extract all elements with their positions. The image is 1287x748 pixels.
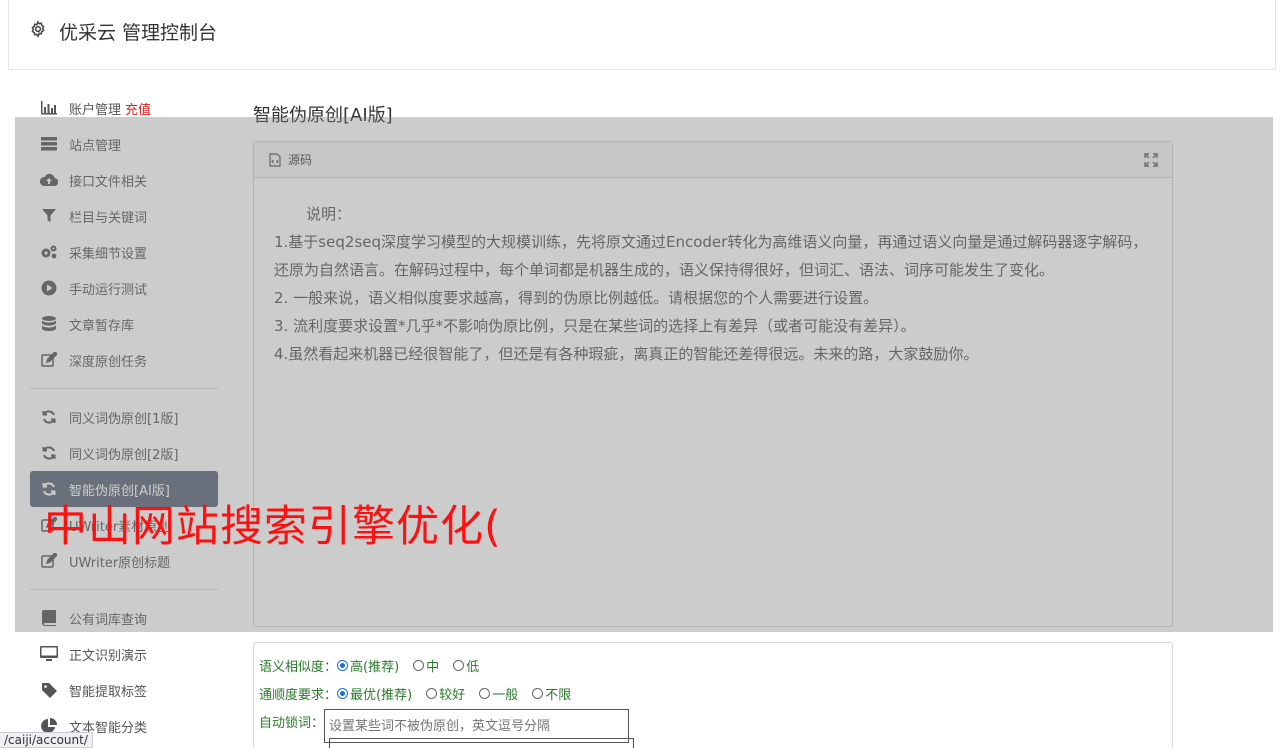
gear-icon[interactable] xyxy=(29,20,47,38)
edit-icon xyxy=(40,553,58,569)
expand-icon[interactable] xyxy=(1144,153,1158,167)
sidebar-item-deep-original[interactable]: 深度原创任务 xyxy=(30,342,218,378)
source-panel: 源码 说明： 1.基于seq2seq深度学习模型的大规模训练，先将原文通过Enc… xyxy=(253,141,1173,627)
sidebar-item-label: 深度原创任务 xyxy=(69,354,148,370)
panel-title: 源码 xyxy=(288,153,313,167)
recharge-link[interactable]: 充值 xyxy=(125,99,151,118)
similarity-option-low[interactable]: 低 xyxy=(453,656,479,675)
watermark-text: 中山网站搜索引擎优化( xyxy=(44,502,502,552)
sidebar-item-collect-settings[interactable]: 采集细节设置 xyxy=(30,234,218,270)
sidebar-item-account[interactable]: 账户管理 充值 xyxy=(30,90,218,126)
server-icon xyxy=(40,136,58,152)
fluency-option-unlimited[interactable]: 不限 xyxy=(532,684,571,703)
book-icon xyxy=(40,610,58,626)
sidebar-item-label: 站点管理 xyxy=(69,138,122,154)
sidebar: 账户管理 充值 站点管理 接口文件相关 栏目与关键词 采集细节设置 手动运行测试 xyxy=(30,90,218,744)
fluency-option-good[interactable]: 较好 xyxy=(426,684,465,703)
source-textarea[interactable] xyxy=(329,738,634,748)
top-header: 优采云 管理控制台 xyxy=(8,0,1276,70)
code-file-icon xyxy=(269,152,281,167)
database-icon xyxy=(40,316,58,332)
monitor-icon xyxy=(40,646,58,662)
cloud-upload-icon xyxy=(40,172,58,188)
sidebar-item-article-storage[interactable]: 文章暂存库 xyxy=(30,306,218,342)
fluency-row: 通顺度要求： 最优(推荐) 较好 一般 不限 xyxy=(259,679,1172,707)
sidebar-item-label: 文章暂存库 xyxy=(69,318,135,334)
app-title: 优采云 管理控制台 xyxy=(59,22,218,44)
sidebar-item-text-recognition[interactable]: 正文识别演示 xyxy=(30,636,218,672)
intro-text: 说明： xyxy=(306,205,352,223)
fluency-option-normal[interactable]: 一般 xyxy=(479,684,518,703)
sidebar-item-interface-files[interactable]: 接口文件相关 xyxy=(30,162,218,198)
similarity-option-high[interactable]: 高(推荐) xyxy=(337,656,399,675)
sidebar-item-label: 手动运行测试 xyxy=(69,282,148,298)
radio-button[interactable] xyxy=(532,687,544,699)
sidebar-item-label: UWriter原创标题 xyxy=(69,555,171,571)
description-line: 3. 流利度要求设置*几乎*不影响伪原比例，只是在某些词的选择上有差异（或者可能… xyxy=(274,317,916,335)
sidebar-item-label: 账户管理 xyxy=(69,102,122,118)
sidebar-item-label: 公有词库查询 xyxy=(69,612,148,628)
sidebar-item-label: 智能提取标签 xyxy=(69,684,148,700)
radio-button[interactable] xyxy=(479,687,491,699)
gears-icon xyxy=(40,244,58,260)
sidebar-item-public-dictionary[interactable]: 公有词库查询 xyxy=(30,600,218,636)
description-line: 1.基于seq2seq深度学习模型的大规模训练，先将原文通过Encoder转化为… xyxy=(274,233,1148,279)
fluency-option-best[interactable]: 最优(推荐) xyxy=(337,684,412,703)
fluency-label: 通顺度要求： xyxy=(259,687,338,703)
bar-chart-icon xyxy=(40,100,58,116)
radio-button[interactable] xyxy=(413,659,425,671)
similarity-row: 语义相似度： 高(推荐) 中 低 xyxy=(259,651,1172,679)
sidebar-item-label: 栏目与关键词 xyxy=(69,210,148,226)
page-title: 智能伪原创[AI版] xyxy=(253,105,393,126)
filter-icon xyxy=(40,208,58,224)
play-circle-icon xyxy=(40,280,58,296)
description-line: 2. 一般来说，语义相似度要求越高，得到的伪原比例越低。请根据您的个人需要进行设… xyxy=(274,289,879,307)
options-form: 语义相似度： 高(推荐) 中 低 通顺度要求： 最优(推荐) 较好 一般 不限 … xyxy=(253,642,1173,748)
sidebar-item-label: 同义词伪原创[1版] xyxy=(69,411,179,427)
sidebar-item-label: 采集细节设置 xyxy=(69,246,148,262)
sidebar-divider xyxy=(30,388,218,389)
sidebar-item-extract-tags[interactable]: 智能提取标签 xyxy=(30,672,218,708)
sidebar-item-manual-run[interactable]: 手动运行测试 xyxy=(30,270,218,306)
description-line: 4.虽然看起来机器已经很智能了，但还是有各种瑕疵，离真正的智能还差得很远。未来的… xyxy=(274,345,979,363)
refresh-icon xyxy=(40,445,58,461)
lock-words-label: 自动锁词： xyxy=(259,716,325,731)
status-bar-url: /caiji/account/ xyxy=(0,732,93,748)
refresh-icon xyxy=(40,409,58,425)
sidebar-item-synonym-v1[interactable]: 同义词伪原创[1版] xyxy=(30,399,218,435)
sidebar-item-label: 同义词伪原创[2版] xyxy=(69,447,179,463)
similarity-option-medium[interactable]: 中 xyxy=(413,656,439,675)
sidebar-item-columns-keywords[interactable]: 栏目与关键词 xyxy=(30,198,218,234)
tag-icon xyxy=(40,682,58,698)
panel-header: 源码 xyxy=(254,142,1172,178)
sidebar-item-label: 接口文件相关 xyxy=(69,174,148,190)
panel-content: 说明： 1.基于seq2seq深度学习模型的大规模训练，先将原文通过Encode… xyxy=(254,178,1172,368)
sidebar-item-label: 正文识别演示 xyxy=(69,648,148,664)
sidebar-item-sites[interactable]: 站点管理 xyxy=(30,126,218,162)
sidebar-item-synonym-v2[interactable]: 同义词伪原创[2版] xyxy=(30,435,218,471)
radio-button[interactable] xyxy=(337,659,349,671)
sidebar-divider xyxy=(30,589,218,590)
radio-button[interactable] xyxy=(426,687,438,699)
radio-button[interactable] xyxy=(337,687,349,699)
radio-button[interactable] xyxy=(453,659,465,671)
edit-icon xyxy=(40,352,58,368)
similarity-label: 语义相似度： xyxy=(259,659,338,675)
